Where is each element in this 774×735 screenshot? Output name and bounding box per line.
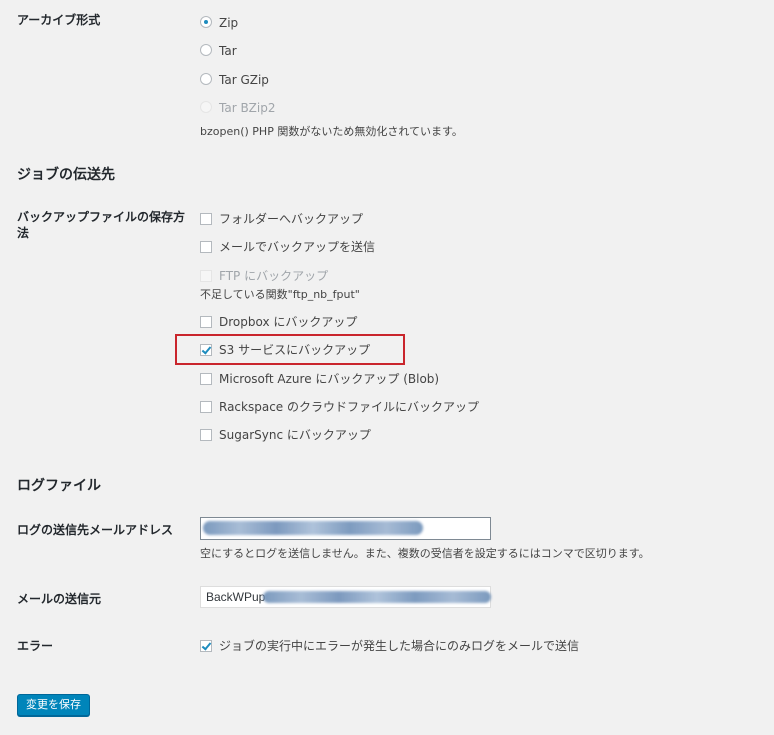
redacted-sender <box>263 591 491 603</box>
error-option-label[interactable]: ジョブの実行中にエラーが発生した場合にのみログをメールで送信 <box>219 638 579 654</box>
folder-label[interactable]: フォルダーへバックアップ <box>219 211 363 227</box>
ftp-label: FTP にバックアップ <box>219 269 329 283</box>
tar-gzip-radio[interactable] <box>200 73 212 85</box>
sender-input[interactable]: BackWPup <box>200 586 491 608</box>
sugarsync-checkbox[interactable] <box>200 429 212 441</box>
zip-radio[interactable] <box>200 16 212 28</box>
ftp-missing-function-note: 不足している関数"ftp_nb_fput" <box>200 288 360 301</box>
redacted-email <box>203 521 423 535</box>
log-email-input[interactable] <box>200 517 491 540</box>
rackspace-checkbox[interactable] <box>200 401 212 413</box>
rackspace-label[interactable]: Rackspace のクラウドファイルにバックアップ <box>219 399 479 415</box>
email-label[interactable]: メールでバックアップを送信 <box>219 239 375 255</box>
archive-format-label: アーカイブ形式 <box>17 13 101 27</box>
save-changes-button[interactable]: 変更を保存 <box>17 694 90 716</box>
log-email-label: ログの送信先メールアドレス <box>17 523 174 537</box>
s3-label[interactable]: S3 サービスにバックアップ <box>219 342 370 358</box>
bzip2-disabled-note: bzopen() PHP 関数がないため無効化されています。 <box>200 125 463 138</box>
tar-bzip2-radio <box>200 101 212 113</box>
zip-label[interactable]: Zip <box>219 15 238 31</box>
backup-method-label: バックアップファイルの保存方法 <box>17 210 186 240</box>
folder-checkbox[interactable] <box>200 213 212 225</box>
sugarsync-label[interactable]: SugarSync にバックアップ <box>219 427 371 443</box>
tar-radio[interactable] <box>200 44 212 56</box>
ftp-checkbox <box>200 270 212 282</box>
error-label: エラー <box>17 639 54 653</box>
s3-checkbox[interactable] <box>200 344 212 356</box>
azure-checkbox[interactable] <box>200 373 212 385</box>
tar-label[interactable]: Tar <box>219 43 237 59</box>
email-checkbox[interactable] <box>200 241 212 253</box>
error-checkbox[interactable] <box>200 640 212 652</box>
sender-label: メールの送信元 <box>17 592 102 606</box>
tar-bzip2-label: Tar BZip2 <box>219 101 276 115</box>
tar-gzip-label[interactable]: Tar GZip <box>219 72 269 88</box>
azure-label[interactable]: Microsoft Azure にバックアップ (Blob) <box>219 371 439 387</box>
log-email-hint: 空にするとログを送信しません。また、複数の受信者を設定するにはコンマで区切ります… <box>200 547 650 560</box>
job-destination-title: ジョブの伝送先 <box>17 167 115 183</box>
dropbox-label[interactable]: Dropbox にバックアップ <box>219 314 357 330</box>
sender-value: BackWPup <box>206 590 266 604</box>
dropbox-checkbox[interactable] <box>200 316 212 328</box>
log-file-title: ログファイル <box>17 478 101 494</box>
